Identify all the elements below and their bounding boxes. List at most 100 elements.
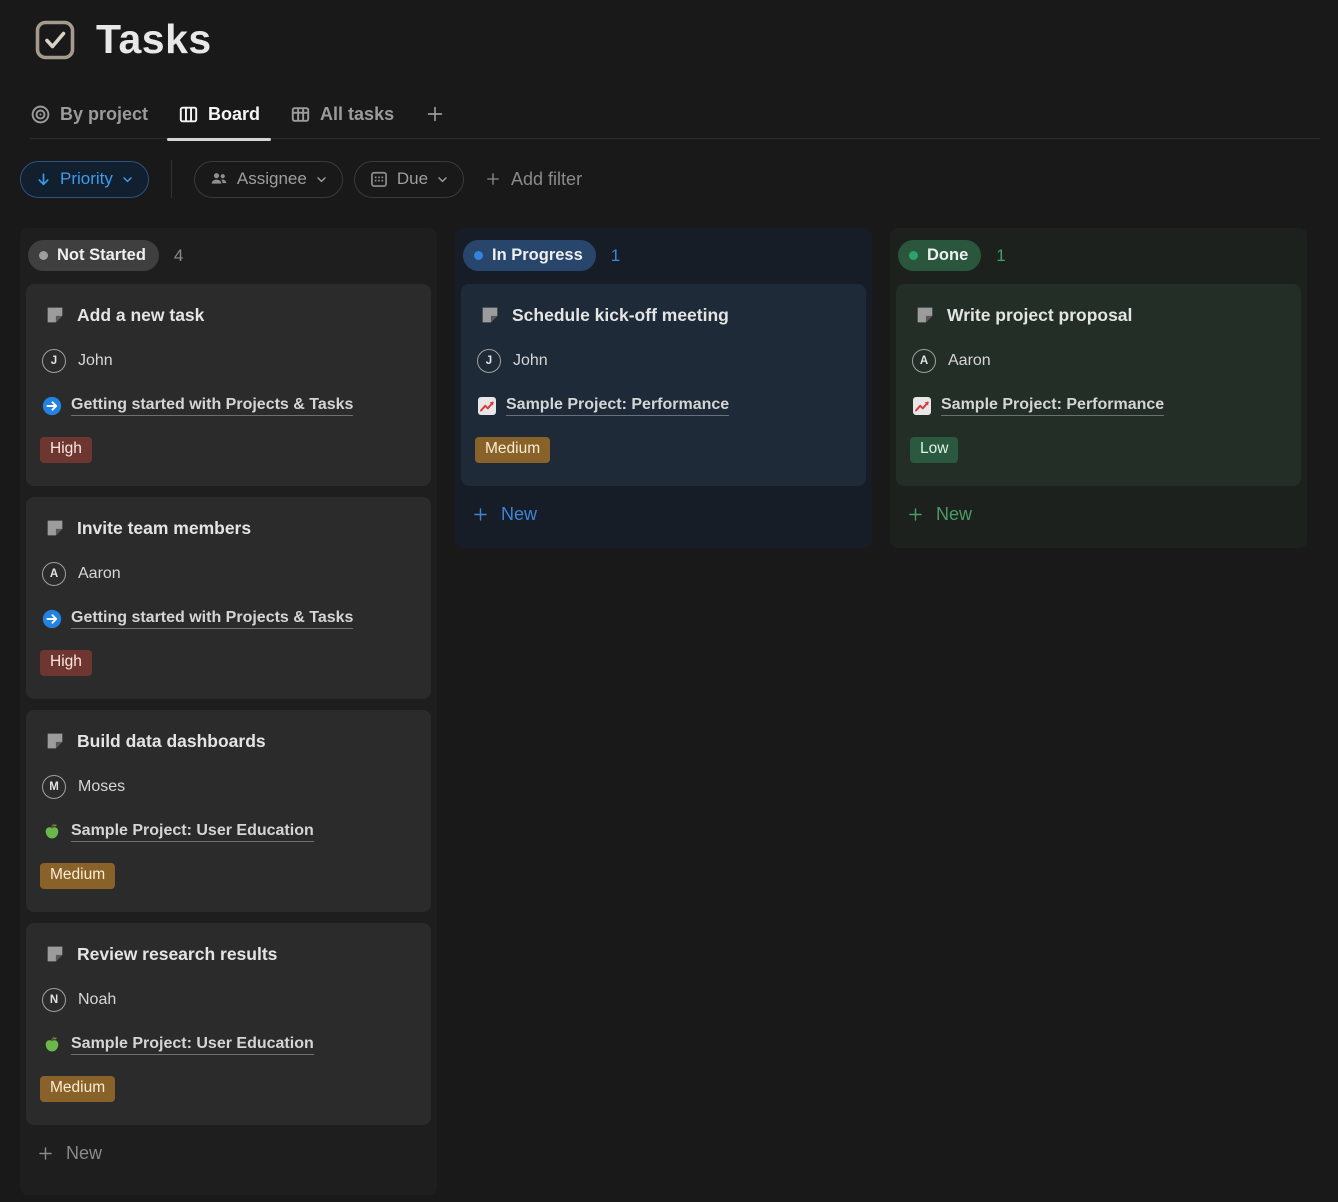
task-page-icon: [44, 517, 66, 539]
task-card[interactable]: Write project proposal A Aaron Sample Pr…: [896, 284, 1301, 486]
plus-icon: [906, 505, 925, 524]
project-link[interactable]: Sample Project: User Education: [71, 822, 314, 842]
apple-icon: [42, 822, 62, 842]
due-filter-label: Due: [397, 169, 428, 189]
plus-icon: [484, 170, 502, 188]
page-title: Tasks: [96, 16, 212, 63]
tab-board[interactable]: Board: [178, 104, 260, 125]
due-filter-button[interactable]: Due: [354, 161, 464, 198]
chevron-down-icon: [121, 173, 134, 186]
status-pill-not-started[interactable]: Not Started: [28, 240, 159, 271]
tab-label: By project: [60, 104, 148, 125]
avatar: J: [42, 349, 66, 373]
status-pill-done[interactable]: Done: [898, 240, 981, 271]
priority-tag: Medium: [475, 437, 550, 463]
add-view-button[interactable]: [424, 103, 446, 125]
assignee-name: Aaron: [948, 352, 991, 370]
calendar-icon: [369, 169, 389, 189]
board-icon: [178, 104, 199, 125]
status-pill-in-progress[interactable]: In Progress: [463, 240, 596, 271]
toolbar-divider: [171, 160, 172, 198]
chart-icon: [477, 396, 497, 416]
assignee-name: John: [78, 352, 113, 370]
cards-list: Add a new task J John Getting started wi…: [26, 284, 431, 1125]
project-link[interactable]: Sample Project: User Education: [71, 1035, 314, 1055]
arrow-down-icon: [35, 171, 52, 188]
column-done: Done 1 Write project proposal A Aa: [890, 228, 1307, 548]
priority-tag: Low: [910, 437, 958, 463]
assignee-filter-label: Assignee: [237, 169, 307, 189]
priority-tag: High: [40, 650, 92, 676]
project-link[interactable]: Sample Project: Performance: [941, 396, 1164, 416]
add-filter-label: Add filter: [511, 169, 582, 190]
task-title: Add a new task: [77, 305, 204, 326]
cards-list: Write project proposal A Aaron Sample Pr…: [896, 284, 1301, 486]
column-name: Done: [927, 246, 968, 265]
tab-all-tasks[interactable]: All tasks: [290, 104, 394, 125]
tab-label: Board: [208, 104, 260, 125]
tab-label: All tasks: [320, 104, 394, 125]
project-link[interactable]: Sample Project: Performance: [506, 396, 729, 416]
project-link[interactable]: Getting started with Projects & Tasks: [71, 609, 353, 629]
task-page-icon: [914, 304, 936, 326]
new-task-label: New: [936, 504, 972, 525]
new-task-button[interactable]: New: [26, 1130, 431, 1177]
plus-icon: [471, 505, 490, 524]
avatar: N: [42, 988, 66, 1012]
avatar: J: [477, 349, 501, 373]
plus-icon: [424, 103, 446, 125]
tab-by-project[interactable]: By project: [30, 104, 148, 125]
column-count: 1: [611, 246, 620, 266]
chevron-down-icon: [315, 173, 328, 186]
column-header: Not Started 4: [26, 234, 431, 284]
avatar: A: [912, 349, 936, 373]
task-card[interactable]: Schedule kick-off meeting J John Sample …: [461, 284, 866, 486]
status-dot: [39, 251, 48, 260]
arrow-circle-icon: [42, 609, 62, 629]
priority-tag: High: [40, 437, 92, 463]
status-dot: [909, 251, 918, 260]
assignee-name: Aaron: [78, 565, 121, 583]
new-task-button[interactable]: New: [461, 491, 866, 538]
assignee-name: Noah: [78, 991, 116, 1009]
priority-sort-label: Priority: [60, 169, 113, 189]
column-name: In Progress: [492, 246, 583, 265]
column-not-started: Not Started 4 Add a new task J Joh: [20, 228, 437, 1195]
task-card[interactable]: Add a new task J John Getting started wi…: [26, 284, 431, 486]
add-filter-button[interactable]: Add filter: [484, 169, 582, 190]
new-task-label: New: [501, 504, 537, 525]
column-header: Done 1: [896, 234, 1301, 284]
task-title: Invite team members: [77, 518, 251, 539]
kanban-board: Not Started 4 Add a new task J Joh: [20, 228, 1338, 1195]
avatar: A: [42, 562, 66, 586]
task-title: Schedule kick-off meeting: [512, 305, 729, 326]
task-page-icon: [44, 304, 66, 326]
assignee-filter-button[interactable]: Assignee: [194, 161, 343, 198]
priority-tag: Medium: [40, 863, 115, 889]
page-header: Tasks: [0, 0, 1338, 63]
task-card[interactable]: Review research results N Noah Sample Pr…: [26, 923, 431, 1125]
priority-sort-button[interactable]: Priority: [20, 161, 149, 198]
chart-icon: [912, 396, 932, 416]
arrow-circle-icon: [42, 396, 62, 416]
checkbox-icon: [34, 19, 76, 61]
task-card[interactable]: Build data dashboards M Moses Sample Pro…: [26, 710, 431, 912]
apple-icon: [42, 1035, 62, 1055]
priority-tag: Medium: [40, 1076, 115, 1102]
task-page-icon: [479, 304, 501, 326]
column-count: 4: [174, 246, 183, 266]
people-icon: [209, 169, 229, 189]
new-task-button[interactable]: New: [896, 491, 1301, 538]
view-tabs: By project Board All tasks: [30, 103, 1320, 139]
task-card[interactable]: Invite team members A Aaron Getting star…: [26, 497, 431, 699]
status-dot: [474, 251, 483, 260]
task-page-icon: [44, 730, 66, 752]
assignee-name: Moses: [78, 778, 125, 796]
new-task-label: New: [66, 1143, 102, 1164]
cards-list: Schedule kick-off meeting J John Sample …: [461, 284, 866, 486]
task-page-icon: [44, 943, 66, 965]
project-link[interactable]: Getting started with Projects & Tasks: [71, 396, 353, 416]
column-header: In Progress 1: [461, 234, 866, 284]
task-title: Review research results: [77, 944, 277, 965]
column-in-progress: In Progress 1 Schedule kick-off meeting …: [455, 228, 872, 548]
